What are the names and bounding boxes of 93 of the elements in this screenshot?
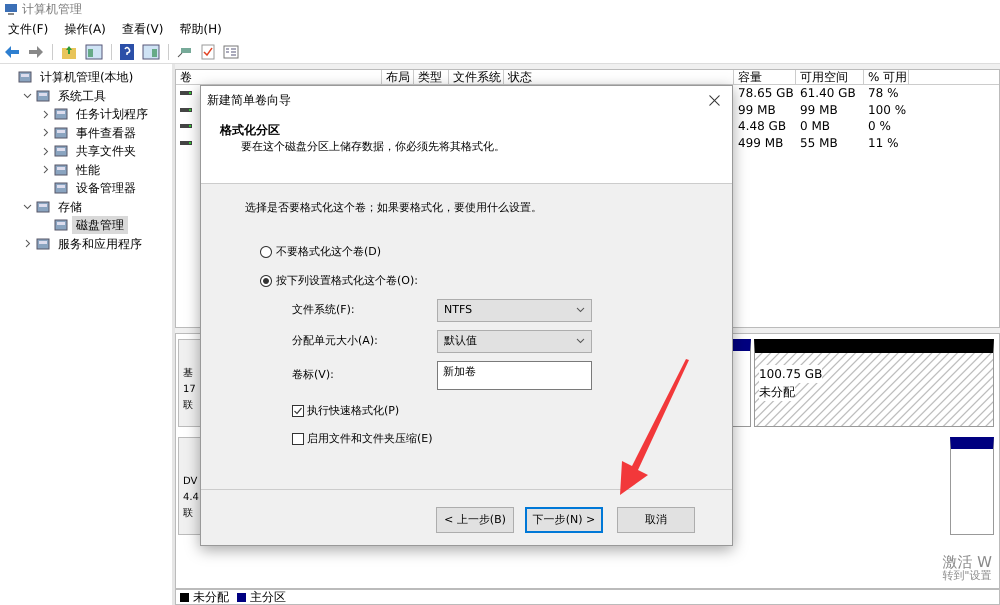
wizard-button[interactable]: 下一步(N) >: [525, 507, 603, 533]
table-cell-text: 4.48 GB: [737, 118, 788, 136]
menu-item[interactable]: 文件(F): [8, 20, 48, 38]
chevron-right-icon[interactable]: [40, 110, 50, 119]
computer-icon: [4, 2, 18, 16]
table-cell-text: 78 %: [867, 85, 900, 102]
disk-label-text: 联: [183, 507, 194, 521]
checkbox[interactable]: [292, 433, 304, 446]
legend-label: 主分区: [250, 589, 286, 605]
unallocated-partition[interactable]: 100.75 GB 未分配: [754, 339, 994, 427]
chevron-right-icon[interactable]: [40, 146, 50, 156]
drive-icon: [180, 122, 192, 130]
input-field[interactable]: 新加卷: [437, 360, 592, 390]
table-cell-text: 0 %: [867, 118, 892, 136]
help-icon[interactable]: [120, 44, 134, 60]
chevron-down-icon: [576, 338, 585, 344]
page-subheading: 要在这个磁盘分区上储存数据，你必须先将其格式化。: [241, 139, 506, 155]
activation-notice: 激活 W: [942, 555, 992, 569]
table-cell-text: 61.40 GB: [799, 85, 857, 102]
chevron-down-icon: [576, 307, 585, 313]
panel-icon[interactable]: [142, 44, 160, 60]
radio-button[interactable]: [260, 275, 272, 288]
column-header[interactable]: 卷: [176, 70, 382, 84]
legend-label: 未分配: [193, 589, 229, 605]
list-icon[interactable]: [223, 44, 239, 58]
chevron-right-icon[interactable]: [40, 128, 50, 138]
radio-label[interactable]: 按下列设置格式化这个卷(O):: [276, 273, 418, 290]
partition-label: 未分配: [759, 383, 795, 401]
menu-item[interactable]: 帮助(H): [179, 20, 222, 38]
table-cell-text: 100 %: [867, 102, 908, 119]
tree-item[interactable]: 系统工具: [54, 86, 110, 105]
checklist-icon[interactable]: [201, 44, 215, 60]
column-header[interactable]: 类型: [414, 70, 449, 84]
column-header[interactable]: % 可用: [864, 70, 909, 84]
drive-icon: [180, 138, 192, 147]
disk-label-text: 联: [183, 399, 194, 413]
page-heading: 格式化分区: [220, 122, 281, 139]
table-cell-text: 78.65 GB: [737, 85, 795, 102]
chevron-down-icon[interactable]: [22, 202, 32, 212]
wizard-button[interactable]: < 上一步(B): [436, 507, 514, 533]
table-cell-text: 11 %: [867, 134, 900, 152]
field-label: 文件系统(F):: [292, 302, 356, 318]
tree-item[interactable]: 磁盘管理: [72, 216, 128, 234]
tree-item[interactable]: 任务计划程序: [72, 105, 152, 124]
table-cell-text: 99 MB: [799, 102, 839, 119]
checkbox-label[interactable]: 执行快速格式化(P): [307, 402, 400, 419]
disk-label-text: 17: [183, 383, 197, 397]
tree-item[interactable]: 性能: [72, 160, 104, 179]
partition-block[interactable]: [950, 437, 994, 535]
disk-label-text: DV: [183, 475, 198, 489]
instruction-text: 选择是否要格式化这个卷；如果要格式化，要使用什么设置。: [245, 200, 543, 216]
tree-item[interactable]: 服务和应用程序: [54, 234, 146, 253]
dropdown[interactable]: 默认值: [437, 330, 592, 352]
partition-size: 100.75 GB: [759, 365, 822, 383]
chevron-down-icon[interactable]: [22, 91, 32, 100]
back-icon[interactable]: [4, 44, 20, 58]
radio-label[interactable]: 不要格式化这个卷(D): [276, 244, 382, 260]
table-cell-text: 55 MB: [799, 134, 839, 152]
activation-notice: 转到"设置: [942, 569, 992, 583]
drive-icon: [180, 106, 192, 114]
chevron-right-icon[interactable]: [40, 165, 50, 174]
tree-item[interactable]: 存储: [54, 198, 86, 216]
drive-icon: [180, 89, 192, 98]
checkbox-label[interactable]: 启用文件和文件夹压缩(E): [307, 431, 433, 448]
dialog-title: 新建简单卷向导: [207, 92, 291, 109]
menu-item[interactable]: 操作(A): [64, 20, 106, 38]
tree-item[interactable]: 计算机管理(本地): [36, 68, 138, 86]
column-header[interactable]: 状态: [504, 70, 734, 84]
column-header[interactable]: 文件系统: [449, 70, 504, 84]
close-icon: [708, 94, 720, 106]
folder-up-icon[interactable]: [61, 44, 77, 60]
menu-item[interactable]: 查看(V): [122, 20, 164, 38]
table-cell-text: 0 MB: [799, 118, 832, 136]
column-header[interactable]: 容量: [734, 70, 796, 84]
tree-item[interactable]: 共享文件夹: [72, 142, 140, 160]
panel-icon[interactable]: [85, 44, 103, 60]
tree-item[interactable]: 事件查看器: [72, 124, 140, 142]
forward-icon[interactable]: [28, 44, 44, 58]
column-header[interactable]: 布局: [382, 70, 414, 84]
wizard-button[interactable]: 取消: [617, 507, 695, 533]
column-header[interactable]: 可用空间: [796, 70, 864, 84]
disk-label-text: 4.4: [183, 491, 200, 505]
disk-label-text: 基: [183, 366, 194, 381]
checkbox[interactable]: [292, 404, 304, 417]
table-cell-text: 499 MB: [737, 134, 784, 152]
dropdown[interactable]: NTFS: [437, 298, 592, 322]
chevron-right-icon[interactable]: [22, 239, 32, 248]
tree-item[interactable]: 设备管理器: [72, 179, 140, 198]
window-title: 计算机管理: [22, 1, 82, 18]
table-cell-text: 99 MB: [737, 102, 777, 119]
field-label: 分配单元大小(A):: [292, 332, 379, 349]
radio-button[interactable]: [260, 246, 272, 258]
field-label: 卷标(V):: [292, 366, 335, 383]
